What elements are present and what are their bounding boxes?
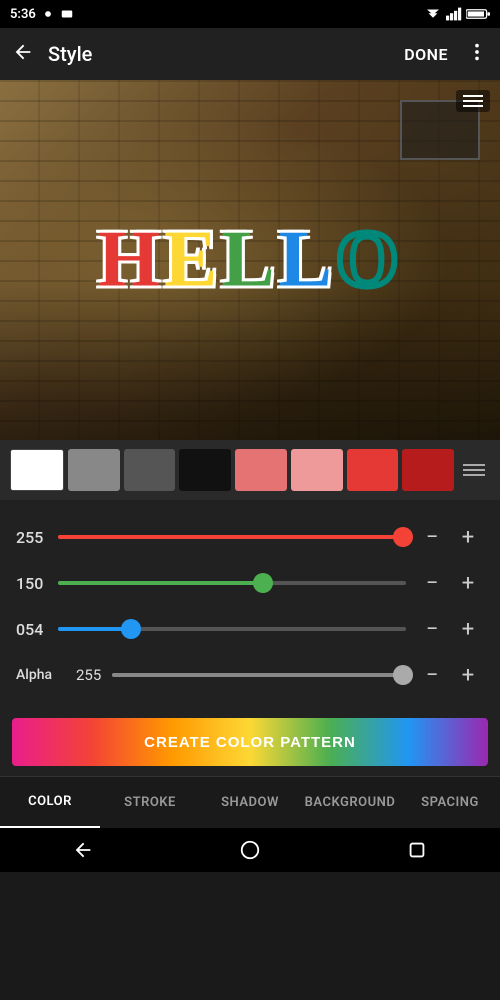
alpha-value-label: 255 <box>76 666 112 684</box>
back-button[interactable] <box>12 41 34 67</box>
red-increase-button[interactable]: + <box>452 521 484 553</box>
swatches-menu-button[interactable] <box>458 459 490 481</box>
green-increase-button[interactable]: + <box>452 567 484 599</box>
red-slider-track-wrap[interactable] <box>58 530 406 544</box>
battery-icon <box>466 7 490 21</box>
done-button[interactable]: DONE <box>404 45 448 64</box>
tab-stroke[interactable]: STROKE <box>100 777 200 828</box>
green-value-label: 150 <box>16 574 58 593</box>
create-button-wrap: CREATE COLOR PATTERN <box>0 712 500 776</box>
red-slider-fill <box>58 535 403 539</box>
green-slider-track-wrap[interactable] <box>58 576 406 590</box>
red-slider-thumb[interactable] <box>393 527 413 547</box>
more-options-button[interactable] <box>466 41 488 67</box>
green-decrease-button[interactable]: − <box>416 567 448 599</box>
image-preview: H E L L O <box>0 80 500 440</box>
red-decrease-button[interactable]: − <box>416 521 448 553</box>
alpha-slider-thumb[interactable] <box>393 665 413 685</box>
green-slider-row: 150 − + <box>16 564 484 602</box>
alpha-decrease-button[interactable]: − <box>416 659 448 691</box>
swatch-dark-gray[interactable] <box>124 449 176 491</box>
preview-bg: H E L L O <box>0 80 500 440</box>
sliders-section: 255 − + 150 − + 054 − + <box>0 500 500 712</box>
tab-shadow[interactable]: SHADOW <box>200 777 300 828</box>
top-bar-left: Style <box>12 41 92 67</box>
status-media-icon <box>60 7 74 21</box>
alpha-slider-track-wrap[interactable] <box>112 668 406 682</box>
status-time-area: 5:36 <box>10 7 74 22</box>
create-color-pattern-button[interactable]: CREATE COLOR PATTERN <box>12 718 488 766</box>
nav-back-button[interactable] <box>63 830 103 870</box>
top-bar: Style DONE <box>0 28 500 80</box>
swatch-black[interactable] <box>179 449 231 491</box>
swatch-red[interactable] <box>347 449 399 491</box>
red-slider-track <box>58 535 406 539</box>
blue-value-label: 054 <box>16 620 58 639</box>
blue-slider-row: 054 − + <box>16 610 484 648</box>
blue-slider-thumb[interactable] <box>121 619 141 639</box>
blue-decrease-button[interactable]: − <box>416 613 448 645</box>
swatch-light-red[interactable] <box>235 449 287 491</box>
tab-spacing[interactable]: SPACING <box>400 777 500 828</box>
blue-slider-track-wrap[interactable] <box>58 622 406 636</box>
red-value-label: 255 <box>16 528 58 547</box>
letter-h: H <box>98 215 164 306</box>
nav-home-button[interactable] <box>230 830 270 870</box>
blue-increase-button[interactable]: + <box>452 613 484 645</box>
green-slider-thumb[interactable] <box>253 573 273 593</box>
top-bar-right: DONE <box>404 41 488 67</box>
status-time: 5:36 <box>10 7 36 22</box>
nav-recents-button[interactable] <box>397 830 437 870</box>
blue-slider-track <box>58 627 406 631</box>
signal-icon <box>446 7 462 21</box>
alpha-slider-fill <box>112 673 403 677</box>
green-slider-fill <box>58 581 263 585</box>
alpha-increase-button[interactable]: + <box>452 659 484 691</box>
swatch-white[interactable] <box>10 449 64 491</box>
swatch-gray[interactable] <box>68 449 120 491</box>
alpha-label: Alpha <box>16 667 76 683</box>
swatches-bar <box>0 440 500 500</box>
status-bar: 5:36 <box>0 0 500 28</box>
green-slider-track <box>58 581 406 585</box>
nav-bar <box>0 828 500 872</box>
status-icons <box>424 7 490 21</box>
swatch-dark-red[interactable] <box>402 449 454 491</box>
alpha-slider-track <box>112 673 406 677</box>
tab-background[interactable]: BACKGROUND <box>300 777 400 828</box>
letter-e: E <box>164 215 221 306</box>
page-title: Style <box>48 42 92 66</box>
bottom-tabs: COLOR STROKE SHADOW BACKGROUND SPACING <box>0 776 500 828</box>
alpha-slider-row: Alpha 255 − + <box>16 656 484 694</box>
hello-text-display: H E L L O <box>98 215 403 306</box>
red-slider-row: 255 − + <box>16 518 484 556</box>
letter-l1: L <box>221 215 278 306</box>
tab-color[interactable]: COLOR <box>0 777 100 828</box>
letter-o: O <box>336 215 402 306</box>
letter-l2: L <box>279 215 336 306</box>
swatch-lighter-red[interactable] <box>291 449 343 491</box>
wifi-icon <box>424 7 442 21</box>
status-notification-icon <box>41 7 55 21</box>
preview-menu-icon[interactable] <box>456 90 490 112</box>
